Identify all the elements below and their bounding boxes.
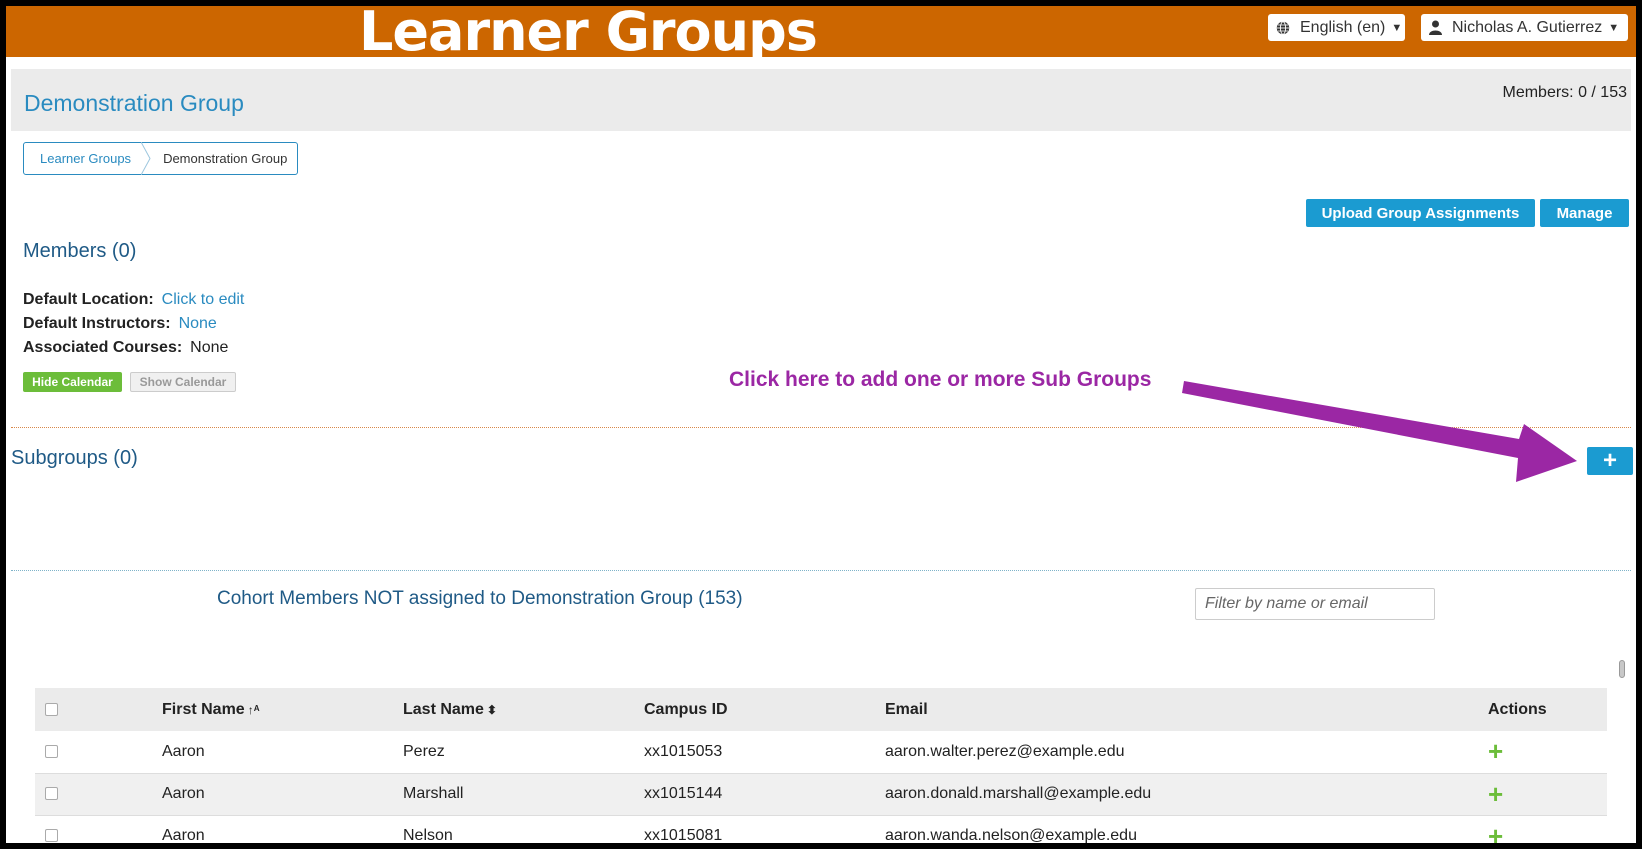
last-name-cell: Nelson bbox=[403, 827, 453, 843]
campus-id-header: Campus ID bbox=[644, 700, 728, 718]
actions-header: Actions bbox=[1488, 700, 1547, 718]
add-member-icon[interactable]: + bbox=[1488, 821, 1503, 844]
table-scrollbar[interactable] bbox=[1619, 656, 1627, 843]
section-divider bbox=[11, 570, 1631, 571]
actions-cell: + bbox=[1488, 815, 1607, 844]
select-all-checkbox[interactable] bbox=[45, 702, 58, 716]
last-name-cell: Perez bbox=[403, 742, 445, 760]
row-checkbox[interactable] bbox=[45, 787, 58, 801]
actions-cell: + bbox=[1488, 773, 1607, 815]
sort-icon: ⬍ bbox=[486, 702, 497, 717]
campus-id-cell: xx1015144 bbox=[644, 785, 723, 802]
first-name-header[interactable]: First Name ↑ᴬ bbox=[162, 688, 403, 731]
last-name-header-label: Last Name bbox=[403, 700, 484, 718]
row-checkbox[interactable] bbox=[45, 745, 58, 759]
table-row: Aaron Marshall xx1015144 aaron.donald.ma… bbox=[35, 773, 1607, 815]
row-checkbox[interactable] bbox=[45, 829, 58, 843]
campus-id-cell: xx1015081 bbox=[644, 827, 723, 843]
row-check-cell bbox=[35, 815, 162, 843]
campus-id-cell: xx1015053 bbox=[644, 742, 723, 760]
last-name-cell: Marshall bbox=[403, 785, 464, 802]
select-all-cell bbox=[35, 688, 162, 731]
cohort-heading: Cohort Members NOT assigned to Demonstra… bbox=[217, 588, 743, 609]
row-check-cell bbox=[35, 773, 162, 815]
scrollbar-thumb[interactable] bbox=[1619, 660, 1625, 678]
actions-cell: + bbox=[1488, 731, 1607, 773]
email-cell: aaron.donald.marshall@example.edu bbox=[885, 785, 1152, 802]
table-row: Aaron Perez xx1015053 aaron.walter.perez… bbox=[35, 731, 1607, 773]
table-header-row: First Name ↑ᴬ Last Name ⬍ Campus ID Email … bbox=[35, 688, 1607, 731]
first-name-cell: Aaron bbox=[162, 827, 205, 843]
add-subgroup-button[interactable]: + bbox=[1587, 447, 1633, 475]
sort-alpha-icon: ↑ᴬ bbox=[247, 702, 260, 717]
email-cell: aaron.walter.perez@example.edu bbox=[885, 742, 1125, 760]
add-member-icon[interactable]: + bbox=[1488, 736, 1503, 766]
table-row: Aaron Nelson xx1015081 aaron.wanda.nelso… bbox=[35, 815, 1607, 843]
last-name-header[interactable]: Last Name ⬍ bbox=[403, 688, 644, 731]
email-header: Email bbox=[885, 700, 928, 718]
first-name-cell: Aaron bbox=[162, 742, 205, 760]
row-check-cell bbox=[35, 731, 162, 773]
first-name-header-label: First Name bbox=[162, 700, 245, 718]
email-cell: aaron.wanda.nelson@example.edu bbox=[885, 827, 1137, 843]
app-frame: Learner Groups English (en) ▼ Nicholas A… bbox=[6, 6, 1636, 843]
cohort-table: First Name ↑ᴬ Last Name ⬍ Campus ID Email … bbox=[35, 688, 1607, 843]
filter-input[interactable] bbox=[1195, 588, 1435, 620]
add-member-icon[interactable]: + bbox=[1488, 779, 1503, 809]
first-name-cell: Aaron bbox=[162, 785, 205, 802]
